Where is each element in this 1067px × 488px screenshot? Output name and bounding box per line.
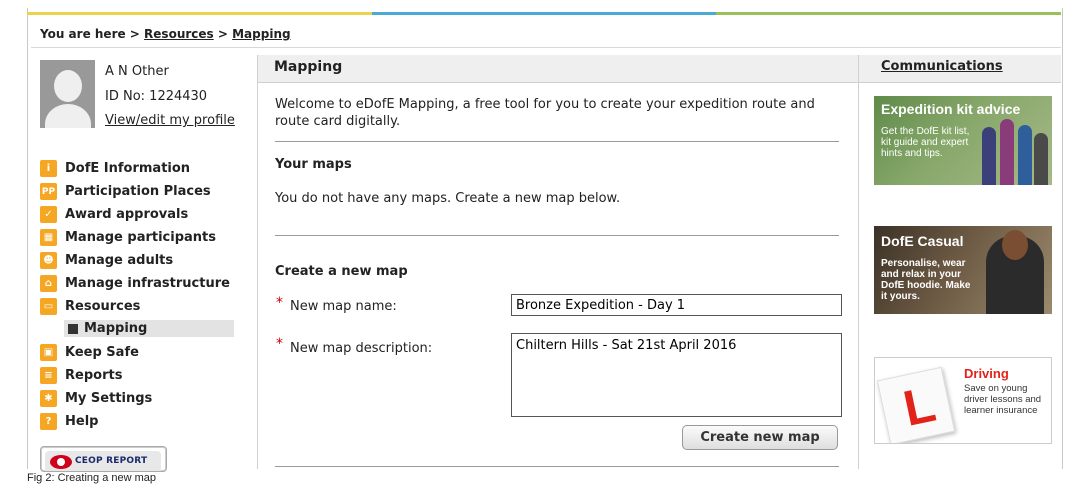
- home-icon: ⌂: [40, 275, 57, 292]
- advert-text: Save on young driver lessons and learner…: [964, 383, 1042, 416]
- breadcrumb-separator: >: [217, 27, 228, 41]
- create-map-heading: Create a new map: [275, 264, 408, 279]
- advert-title: Expedition kit advice: [881, 101, 1021, 117]
- advert-text: Personalise, wear and relax in your DofE…: [881, 258, 971, 302]
- hiker-figure: [982, 127, 996, 185]
- sidebar-item-label: Keep Safe: [65, 345, 139, 360]
- breadcrumb-divider: [31, 47, 1061, 48]
- sidebar-item-reports[interactable]: ≡ Reports: [40, 364, 240, 387]
- people-icon: ☻: [40, 252, 57, 269]
- sidebar-item-label: Reports: [65, 368, 123, 383]
- sidebar-item-label: Award approvals: [65, 207, 189, 222]
- column-divider-right: [858, 55, 859, 469]
- sidebar-item-award-approvals[interactable]: ✓ Award approvals: [40, 203, 240, 226]
- sidebar-item-label: My Settings: [65, 391, 153, 406]
- sidebar-item-label: Manage participants: [65, 230, 216, 245]
- no-maps-message: You do not have any maps. Create a new m…: [275, 191, 621, 206]
- hiker-figure: [1034, 133, 1048, 185]
- lock-icon: ▣: [40, 344, 57, 361]
- l-plate-icon: L: [876, 366, 956, 443]
- stripe-blue: [371, 12, 717, 15]
- book-icon: i: [40, 160, 57, 177]
- settings-icon: ✱: [40, 390, 57, 407]
- section-divider: [275, 141, 839, 142]
- sidebar-item-label: Help: [65, 414, 99, 429]
- your-maps-heading: Your maps: [275, 157, 352, 172]
- sidebar-item-participation-places[interactable]: PP Participation Places: [40, 180, 240, 203]
- sidebar-item-resources[interactable]: ▭ Resources: [40, 295, 240, 318]
- ceop-report-button[interactable]: CEOP REPORT: [40, 446, 167, 472]
- hiker-figure: [1000, 119, 1014, 185]
- communications-link[interactable]: Communications: [881, 59, 1003, 74]
- checkmark-icon: ✓: [40, 206, 57, 223]
- welcome-text: Welcome to eDofE Mapping, a free tool fo…: [275, 97, 815, 129]
- breadcrumb: You are here > Resources > Mapping: [40, 27, 291, 41]
- breadcrumb-resources-link[interactable]: Resources: [144, 27, 214, 41]
- grid-icon: ▦: [40, 229, 57, 246]
- sidebar-subitem-mapping[interactable]: Mapping: [64, 320, 234, 337]
- hiker-figure: [1018, 125, 1032, 185]
- pp-icon: PP: [40, 183, 57, 200]
- figure-caption: Fig 2: Creating a new map: [27, 472, 157, 484]
- stripe-yellow: [27, 12, 372, 15]
- map-description-label: New map description:: [290, 341, 433, 356]
- section-divider: [275, 466, 839, 467]
- sidebar-item-my-settings[interactable]: ✱ My Settings: [40, 387, 240, 410]
- stripe-green: [716, 12, 1062, 15]
- sidebar-item-manage-infrastructure[interactable]: ⌂ Manage infrastructure: [40, 272, 240, 295]
- avatar: [40, 60, 95, 128]
- sidebar-item-label: Participation Places: [65, 184, 211, 199]
- profile-name: A N Other: [105, 64, 169, 79]
- map-name-label: New map name:: [290, 299, 397, 314]
- profile-id: ID No: 1224430: [105, 89, 208, 104]
- folder-icon: ▭: [40, 298, 57, 315]
- advert-title: Driving: [964, 366, 1009, 381]
- sidebar-item-label: DofE Information: [65, 161, 191, 176]
- edit-profile-link[interactable]: View/edit my profile: [105, 113, 235, 128]
- sidebar-subitem-label: Mapping: [84, 321, 148, 336]
- breadcrumb-mapping-link[interactable]: Mapping: [232, 27, 290, 41]
- map-name-input[interactable]: [511, 294, 842, 316]
- breadcrumb-prefix: You are here >: [40, 27, 140, 41]
- sidebar-nav: i DofE Information PP Participation Plac…: [40, 157, 240, 433]
- sidebar-item-label: Manage adults: [65, 253, 174, 268]
- sidebar-item-help[interactable]: ? Help: [40, 410, 240, 433]
- required-asterisk: *: [276, 336, 283, 352]
- person-face: [1002, 230, 1028, 260]
- column-divider-left: [257, 55, 258, 469]
- driving-advert[interactable]: L Driving Save on young driver lessons a…: [874, 357, 1052, 444]
- sidebar-item-keep-safe[interactable]: ▣ Keep Safe: [40, 341, 240, 364]
- sidebar-item-label: Manage infrastructure: [65, 276, 230, 291]
- sidebar-item-label: Resources: [65, 299, 141, 314]
- dofe-casual-advert[interactable]: DofE Casual Personalise, wear and relax …: [874, 226, 1052, 314]
- required-asterisk: *: [276, 295, 283, 311]
- l-plate-letter: L: [898, 375, 941, 437]
- map-description-input[interactable]: Chiltern Hills - Sat 21st April 2016: [511, 333, 842, 417]
- top-color-stripe: [27, 12, 1062, 15]
- sidebar-item-manage-participants[interactable]: ▦ Manage participants: [40, 226, 240, 249]
- help-icon: ?: [40, 413, 57, 430]
- ceop-eye-icon: [50, 455, 72, 469]
- sidebar-item-dofe-information[interactable]: i DofE Information: [40, 157, 240, 180]
- document-icon: ≡: [40, 367, 57, 384]
- avatar-body: [45, 104, 91, 128]
- create-new-map-button[interactable]: Create new map: [682, 425, 838, 450]
- advert-title: DofE Casual: [881, 233, 964, 249]
- sidebar-item-manage-adults[interactable]: ☻ Manage adults: [40, 249, 240, 272]
- bullet-square-icon: [68, 323, 78, 334]
- main-header-bar: [258, 55, 858, 83]
- expedition-kit-advert[interactable]: Expedition kit advice Get the DofE kit l…: [874, 96, 1052, 185]
- section-divider: [275, 235, 839, 236]
- ceop-label: CEOP REPORT: [75, 456, 148, 466]
- advert-text: Get the DofE kit list, kit guide and exp…: [881, 126, 970, 159]
- page-title: Mapping: [274, 59, 343, 75]
- avatar-head: [54, 70, 82, 102]
